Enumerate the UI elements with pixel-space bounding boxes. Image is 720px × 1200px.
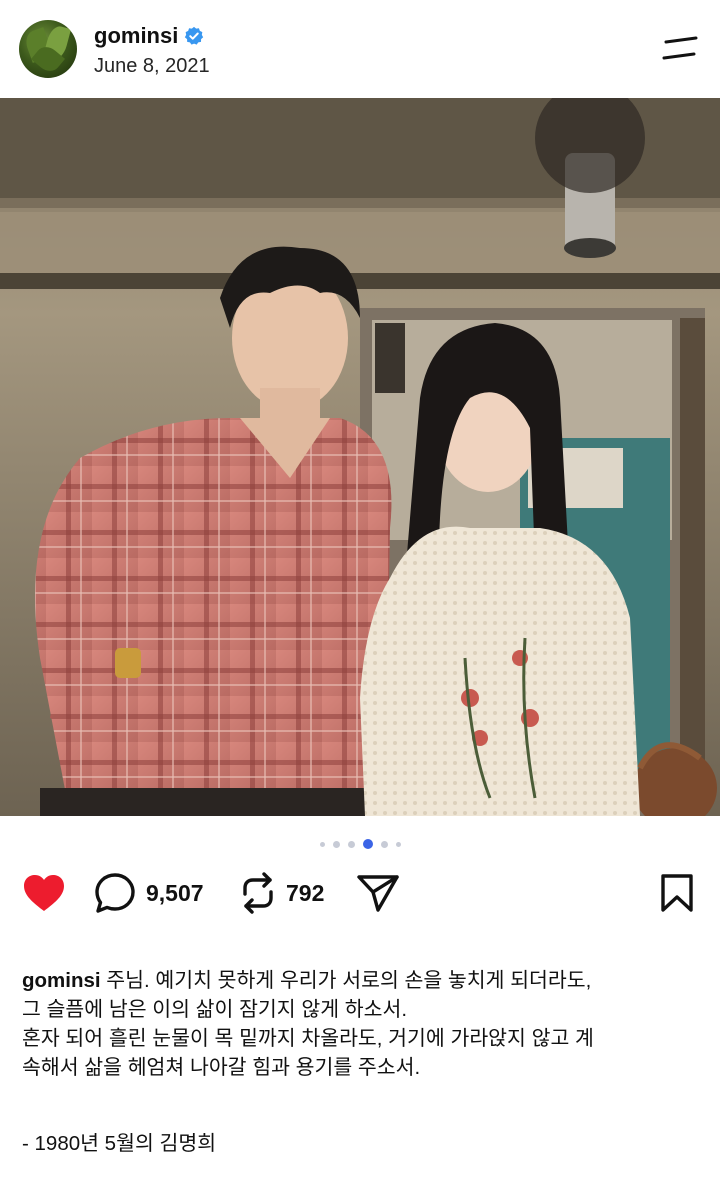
repost-count: 792 — [286, 879, 325, 906]
carousel-dot — [395, 841, 401, 847]
carousel-dot — [332, 840, 340, 848]
like-button[interactable] — [22, 866, 66, 920]
carousel-dot — [347, 840, 355, 848]
caption-line-4: 속해서 삶을 헤엄쳐 나아갈 힘과 용기를 주소서. — [22, 1056, 421, 1079]
action-bar: 9,507 792 — [0, 866, 720, 920]
post-date: June 8, 2021 — [94, 55, 210, 77]
carousel-dot — [319, 841, 325, 847]
comment-bubble-icon — [95, 873, 135, 913]
photo-illustration — [0, 98, 720, 816]
post-photo[interactable] — [0, 98, 720, 816]
repost-button[interactable]: 792 — [240, 866, 324, 920]
share-button[interactable] — [356, 866, 400, 920]
caption-username[interactable]: gominsi — [22, 969, 101, 992]
username[interactable]: gominsi — [94, 23, 178, 49]
menu-icon[interactable] — [660, 34, 700, 62]
comment-count: 9,507 — [146, 879, 204, 906]
bookmark-icon — [661, 874, 693, 912]
carousel-dot-active — [362, 839, 373, 849]
carousel-dot — [380, 840, 388, 848]
caption-line-3: 혼자 되어 흘린 눈물이 목 밑까지 차올라도, 거기에 가라앉지 않고 계 — [22, 1027, 594, 1050]
caption-signature: - 1980년 5월의 김명희 — [22, 1132, 217, 1155]
save-button[interactable] — [660, 866, 694, 920]
verified-badge-icon — [185, 26, 204, 45]
comment-button[interactable]: 9,507 — [94, 866, 204, 920]
heart-icon — [24, 875, 64, 911]
send-icon — [357, 875, 399, 912]
caption-line-1: gominsi 주님. 예기치 못하게 우리가 서로의 손을 놓치게 되더라도, — [22, 966, 702, 995]
repost-icon — [243, 872, 273, 914]
post-header: gominsi June 8, 2021 — [0, 0, 720, 98]
carousel-indicator — [0, 838, 720, 850]
caption-text: 주님. 예기치 못하게 우리가 서로의 손을 놓치게 되더라도, — [100, 969, 592, 992]
caption-line-2: 그 슬픔에 남은 이의 삶이 잠기지 않게 하소서. — [22, 998, 408, 1021]
username-row: gominsi — [94, 22, 204, 50]
avatar[interactable] — [19, 20, 77, 78]
post-caption: gominsi 주님. 예기치 못하게 우리가 서로의 손을 놓치게 되더라도,… — [22, 966, 702, 1082]
